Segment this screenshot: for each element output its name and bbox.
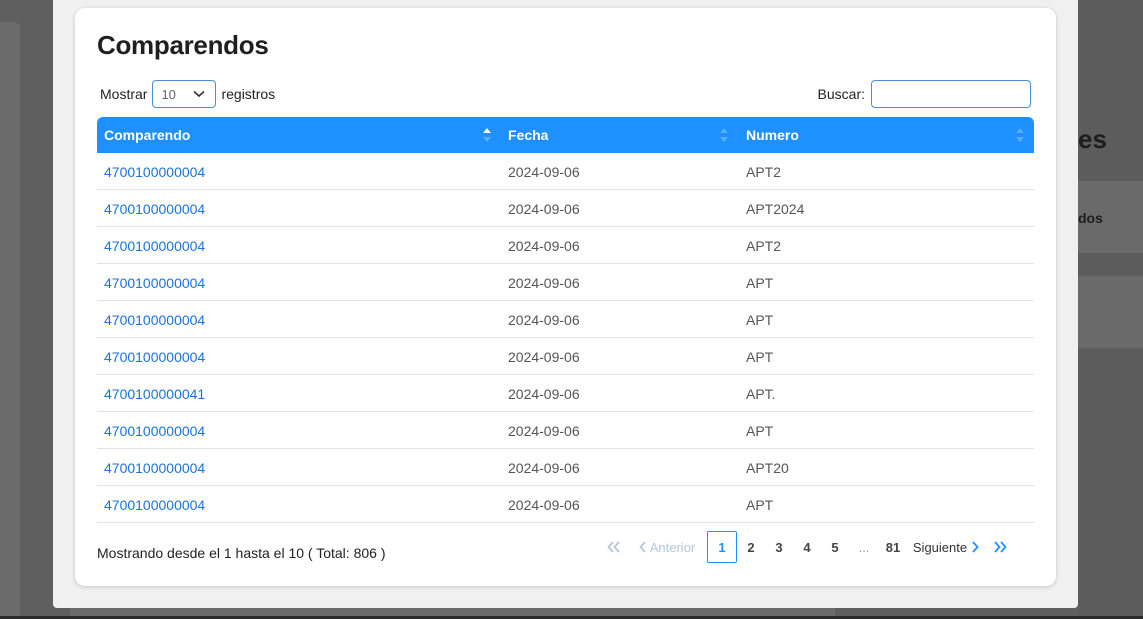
background-subtitle-fragment: dos: [1078, 210, 1103, 226]
previous-page-button[interactable]: Anterior: [632, 531, 702, 563]
table-row: 4700100000004 2024-09-06 APT: [97, 301, 1034, 338]
double-chevron-left-icon: [607, 541, 620, 553]
comparendo-link[interactable]: 4700100000004: [104, 227, 205, 264]
search-control: Buscar:: [818, 80, 1031, 108]
comparendos-card: Comparendos Mostrar 10 registros Buscar:…: [75, 8, 1056, 586]
sort-ascending-icon[interactable]: [482, 126, 492, 144]
comparendos-table: Comparendo Fecha Numero 4700100000004 20…: [97, 117, 1034, 523]
table-row: 4700100000004 2024-09-06 APT: [97, 412, 1034, 449]
table-row: 4700100000004 2024-09-06 APT2024: [97, 190, 1034, 227]
fecha-cell: 2024-09-06: [508, 200, 580, 217]
fecha-cell: 2024-09-06: [508, 422, 580, 439]
length-label-before: Mostrar: [100, 86, 148, 102]
numero-cell: APT: [746, 348, 774, 365]
numero-cell: APT: [746, 496, 774, 513]
table-row: 4700100000004 2024-09-06 APT2: [97, 227, 1034, 264]
sort-icon[interactable]: [719, 126, 729, 144]
length-label-after: registros: [221, 86, 276, 102]
pagination-ellipsis: ...: [858, 539, 870, 555]
column-header-numero[interactable]: Numero: [746, 117, 799, 153]
comparendo-link[interactable]: 4700100000004: [104, 486, 205, 523]
page-button-4[interactable]: 4: [793, 531, 821, 563]
chevron-down-icon: [193, 90, 205, 98]
chevron-left-icon: [639, 541, 646, 553]
column-header-fecha[interactable]: Fecha: [508, 117, 548, 153]
fecha-cell: 2024-09-06: [508, 311, 580, 328]
next-label: Siguiente: [912, 539, 968, 555]
page-button-3[interactable]: 3: [765, 531, 793, 563]
numero-cell: APT: [746, 422, 774, 439]
numero-cell: APT2: [746, 163, 782, 180]
comparendo-link[interactable]: 4700100000004: [104, 153, 205, 190]
comparendo-link[interactable]: 4700100000004: [104, 301, 205, 338]
fecha-cell: 2024-09-06: [508, 274, 580, 291]
page-button-2[interactable]: 2: [737, 531, 765, 563]
page-title: Comparendos: [97, 30, 269, 60]
background-card-left: [0, 22, 20, 619]
double-chevron-right-icon: [994, 541, 1007, 553]
comparendo-link[interactable]: 4700100000004: [104, 338, 205, 375]
numero-cell: APT2024: [746, 200, 805, 217]
fecha-cell: 2024-09-06: [508, 237, 580, 254]
background-card-right-2: [1078, 276, 1143, 348]
numero-cell: APT20: [746, 459, 789, 476]
numero-cell: APT: [746, 274, 774, 291]
numero-cell: APT2: [746, 237, 782, 254]
search-label: Buscar:: [817, 86, 865, 102]
pagination: Anterior 1 2 3 4 5 ... 81 Siguiente: [600, 531, 1015, 563]
table-info: Mostrando desde el 1 hasta el 10 ( Total…: [97, 545, 386, 561]
fecha-cell: 2024-09-06: [508, 385, 580, 402]
fecha-cell: 2024-09-06: [508, 348, 580, 365]
comparendo-link[interactable]: 4700100000041: [104, 375, 205, 412]
sort-icon[interactable]: [1015, 126, 1025, 144]
length-control: Mostrar 10 registros: [100, 80, 275, 108]
previous-label: Anterior: [649, 539, 696, 555]
next-page-button[interactable]: Siguiente: [907, 531, 985, 563]
first-page-button[interactable]: [600, 531, 628, 563]
table-row: 4700100000004 2024-09-06 APT2: [97, 153, 1034, 190]
comparendo-link[interactable]: 4700100000004: [104, 449, 205, 486]
page-button-1[interactable]: 1: [707, 531, 737, 563]
fecha-cell: 2024-09-06: [508, 459, 580, 476]
page-button-5[interactable]: 5: [821, 531, 849, 563]
comparendo-link[interactable]: 4700100000004: [104, 264, 205, 301]
column-header-comparendo[interactable]: Comparendo: [104, 117, 190, 153]
length-select-value: 10: [161, 86, 176, 102]
table-row: 4700100000004 2024-09-06 APT: [97, 264, 1034, 301]
comparendo-link[interactable]: 4700100000004: [104, 190, 205, 227]
numero-cell: APT: [746, 311, 774, 328]
table-row: 4700100000004 2024-09-06 APT: [97, 486, 1034, 523]
search-input[interactable]: [871, 80, 1031, 108]
table-row: 4700100000041 2024-09-06 APT.: [97, 375, 1034, 412]
comparendo-link[interactable]: 4700100000004: [104, 412, 205, 449]
chevron-right-icon: [972, 541, 979, 553]
fecha-cell: 2024-09-06: [508, 496, 580, 513]
last-page-button[interactable]: [985, 531, 1015, 563]
fecha-cell: 2024-09-06: [508, 163, 580, 180]
length-select[interactable]: 10: [152, 80, 217, 108]
background-title-fragment: es: [1078, 124, 1107, 154]
table-row: 4700100000004 2024-09-06 APT: [97, 338, 1034, 375]
table-row: 4700100000004 2024-09-06 APT20: [97, 449, 1034, 486]
page-button-last[interactable]: 81: [879, 531, 907, 563]
table-header: Comparendo Fecha Numero: [97, 117, 1034, 153]
numero-cell: APT.: [746, 385, 776, 402]
